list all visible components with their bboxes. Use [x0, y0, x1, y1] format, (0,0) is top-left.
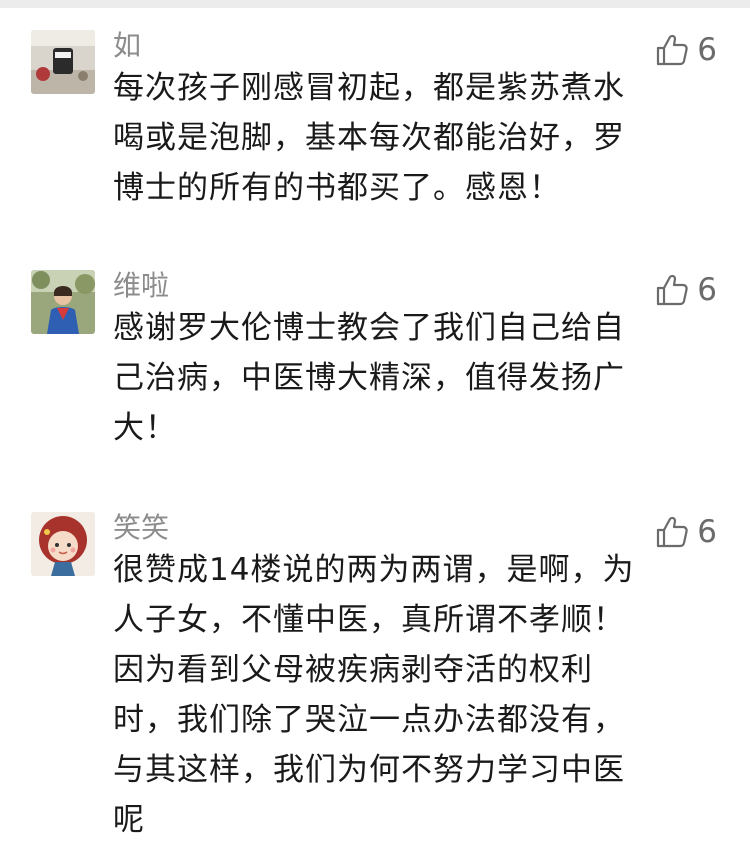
comment-text: 很赞成14楼说的两为两谓，是啊，为 人子女，不懂中医，真所谓不孝顺！ 因为看到父…: [113, 552, 635, 838]
nickname[interactable]: 维啦: [113, 266, 169, 306]
top-divider: [0, 0, 750, 8]
thumbs-up-icon: [657, 274, 688, 306]
avatar[interactable]: [31, 270, 95, 334]
nickname[interactable]: 笑笑: [113, 508, 169, 548]
nickname[interactable]: 如: [113, 26, 141, 66]
comment-text: 感谢罗大伦博士教会了我们自己给自 己治病，中医博大精深，值得发扬广 大！: [113, 310, 625, 446]
thumbs-up-icon: [657, 34, 688, 66]
comment-text: 每次孩子刚感冒初起，都是紫苏煮水 喝或是泡脚，基本每次都能治好，罗 博士的所有的…: [113, 70, 625, 206]
avatar[interactable]: [31, 30, 95, 94]
avatar[interactable]: [31, 512, 95, 576]
thumbs-up-icon: [657, 516, 688, 548]
